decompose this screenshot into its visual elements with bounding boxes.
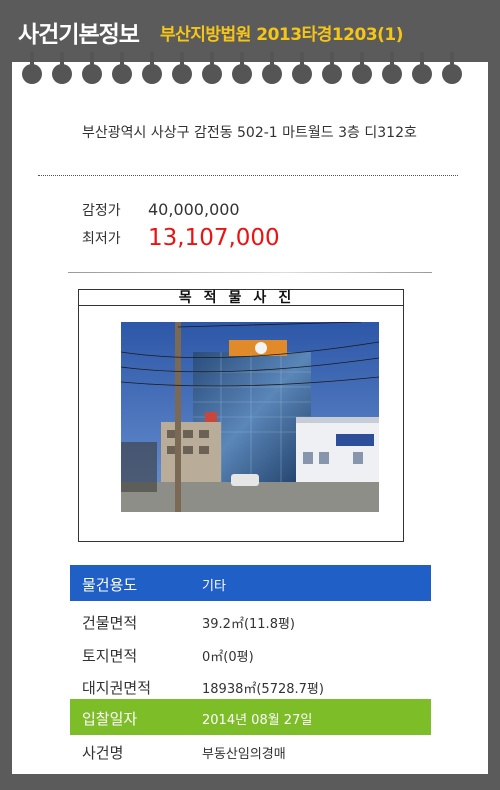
appraisal-row: 감정가 40,000,000 — [82, 200, 240, 220]
detail-row-case-name: 사건명 부동산임의경매 — [70, 733, 431, 769]
ring-icon — [112, 52, 132, 84]
detail-value: 부동산임의경매 — [202, 747, 286, 762]
photo-title: 목적물사진 — [79, 290, 403, 306]
detail-value: 2014년 08월 27일 — [202, 713, 313, 728]
ring-icon — [442, 52, 462, 84]
ring-icon — [142, 52, 162, 84]
property-photo-frame: 목적물사진 — [78, 289, 404, 542]
ring-icon — [52, 52, 72, 84]
divider — [68, 272, 432, 273]
binder-rings — [22, 52, 478, 90]
detail-value: 기타 — [202, 579, 226, 594]
detail-row-building-area: 건물면적 39.2㎡(11.8평) — [70, 603, 431, 639]
ring-icon — [412, 52, 432, 84]
ring-icon — [292, 52, 312, 84]
ring-icon — [352, 52, 372, 84]
minimum-price-row: 최저가 13,107,000 — [82, 225, 280, 251]
ring-icon — [82, 52, 102, 84]
ring-icon — [22, 52, 42, 84]
detail-value: 0㎡(0평) — [202, 650, 254, 665]
appraisal-value: 40,000,000 — [148, 200, 240, 219]
ring-icon — [382, 52, 402, 84]
detail-label: 대지권면적 — [82, 679, 152, 697]
ring-icon — [322, 52, 342, 84]
detail-label: 물건용도 — [82, 576, 138, 594]
minimum-price-label: 최저가 — [82, 231, 121, 247]
detail-label: 사건명 — [82, 744, 124, 762]
ring-icon — [172, 52, 192, 84]
detail-row-bid-date: 입찰일자 2014년 08월 27일 — [70, 699, 431, 735]
ring-icon — [202, 52, 222, 84]
detail-label: 건물면적 — [82, 614, 138, 632]
detail-row-land-area: 토지면적 0㎡(0평) — [70, 636, 431, 672]
ring-icon — [262, 52, 282, 84]
property-address: 부산광역시 사상구 감전동 502-1 마트월드 3층 디312호 — [82, 125, 417, 141]
case-number: 부산지방법원 2013타경1203(1) — [160, 25, 404, 45]
detail-label: 토지면적 — [82, 647, 138, 665]
detail-row-usage: 물건용도 기타 — [70, 565, 431, 601]
divider — [38, 175, 458, 176]
property-photo[interactable] — [121, 322, 379, 512]
minimum-price-value: 13,107,000 — [148, 225, 280, 251]
page-title: 사건기본정보 — [18, 22, 140, 48]
detail-value: 18938㎡(5728.7평) — [202, 682, 324, 697]
detail-value: 39.2㎡(11.8평) — [202, 617, 295, 632]
appraisal-label: 감정가 — [82, 203, 121, 219]
header-bar: 사건기본정보 부산지방법원 2013타경1203(1) — [0, 0, 500, 62]
ring-icon — [232, 52, 252, 84]
detail-label: 입찰일자 — [82, 710, 138, 728]
